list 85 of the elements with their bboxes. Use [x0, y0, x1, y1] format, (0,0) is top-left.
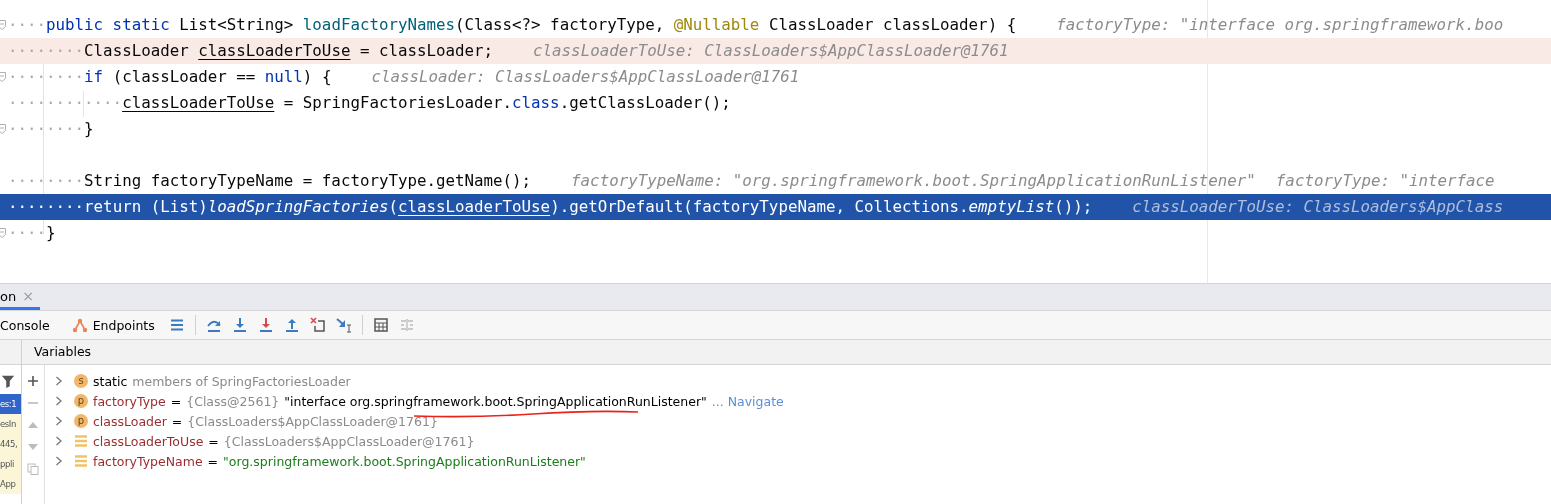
- whitespace-markers: ········: [8, 171, 85, 190]
- step-out-icon[interactable]: [283, 317, 300, 333]
- fold-icon[interactable]: [0, 72, 6, 82]
- whitespace-markers: ····: [8, 223, 47, 242]
- stack-frame-item[interactable]: esIn: [0, 414, 21, 434]
- fold-icon[interactable]: [0, 20, 6, 30]
- method-call: emptyList: [968, 197, 1055, 216]
- equals-sign: =: [208, 433, 219, 449]
- code-text: = SpringFactoriesLoader.: [282, 93, 513, 112]
- annotation: @Nullable: [673, 15, 760, 34]
- code-text: ClassLoader classLoader) {: [767, 15, 1017, 34]
- keyword: class: [512, 93, 560, 112]
- equals-sign: =: [207, 453, 219, 469]
- stack-frame-item[interactable]: App: [0, 474, 21, 494]
- code-text: ) {: [302, 67, 332, 86]
- variable-name: classLoaderToUse: [122, 93, 275, 112]
- navigate-link[interactable]: ... Navigate: [711, 393, 784, 409]
- inline-value-hint: classLoader: ClassLoaders$AppClassLoader@1761: [371, 67, 800, 86]
- whitespace-markers: ····: [8, 15, 47, 34]
- variable-type-badge: p: [74, 414, 88, 428]
- stack-frame-item[interactable]: ppli: [0, 454, 21, 474]
- inline-value-hint: classLoaderToUse: ClassLoaders$AppClassLoader@1761: [533, 41, 1009, 60]
- variable-name: factoryTypeName: [93, 453, 203, 469]
- stack-frame-item[interactable]: 445,: [0, 434, 21, 454]
- variable-name: classLoaderToUse: [198, 41, 351, 60]
- code-text: }: [46, 223, 56, 242]
- object-reference: {Class@2561}: [186, 393, 280, 409]
- variable-description: members of SpringFactoriesLoader: [132, 373, 351, 389]
- filter-icon[interactable]: [1, 374, 15, 388]
- variable-name: factoryType: [93, 393, 166, 409]
- code-text: .getClassLoader();: [559, 93, 731, 112]
- force-step-into-icon[interactable]: [257, 317, 274, 333]
- calculator-icon[interactable]: [372, 317, 389, 333]
- inline-value-hint: factoryType: "interface: [1275, 171, 1495, 190]
- variable-name: static: [93, 373, 128, 389]
- stack-frame-item[interactable]: es:1: [0, 394, 21, 414]
- code-text: ).getOrDefault(factoryTypeName, Collections.: [550, 197, 969, 216]
- object-reference: {ClassLoaders$AppClassLoader@1761}: [187, 413, 438, 429]
- variable-name: classLoader: [93, 413, 167, 429]
- whitespace-markers: ········: [8, 119, 85, 138]
- code-text: List<String>: [179, 15, 295, 34]
- whitespace-markers: ········: [8, 197, 85, 216]
- keyword: null: [264, 67, 303, 86]
- variable-name: classLoaderToUse: [93, 433, 204, 449]
- add-icon[interactable]: [27, 375, 39, 387]
- keyword: if: [84, 67, 104, 86]
- console-tab[interactable]: Console: [0, 315, 54, 335]
- code-text: (classLoader ==: [111, 67, 257, 86]
- panel-title: Variables: [34, 344, 92, 359]
- equals-sign: =: [170, 393, 182, 409]
- menu-icon[interactable]: [168, 317, 185, 333]
- variable-type-badge: s: [74, 374, 88, 388]
- code-text: = classLoader;: [358, 41, 494, 60]
- method-name: loadFactoryNames: [302, 15, 455, 34]
- code-editor[interactable]: [0, 0, 1551, 283]
- inline-value-hint: factoryType: "interface org.springframework.boo: [1056, 15, 1504, 34]
- code-text: (Class<?> factoryType,: [455, 15, 666, 34]
- variable-type-badge: p: [74, 394, 88, 408]
- fold-icon[interactable]: [0, 124, 6, 134]
- object-reference: {ClassLoaders$AppClassLoader@1761}: [223, 433, 475, 449]
- variable-value: "interface org.springframework.boot.SpringApplicationRunListener": [284, 393, 707, 409]
- code-text: return (List): [84, 197, 208, 216]
- code-text: ClassLoader: [84, 41, 190, 60]
- whitespace-markers: ········: [8, 41, 85, 60]
- code-text: ());: [1054, 197, 1093, 216]
- code-text: String factoryTypeName = factoryType.getName();: [84, 171, 532, 190]
- keyword: public static: [46, 15, 171, 34]
- equals-sign: =: [171, 413, 183, 429]
- whitespace-markers: ············: [8, 93, 123, 112]
- code-text: }: [84, 119, 94, 138]
- method-call: loadSpringFactories: [207, 197, 389, 216]
- code-text: (: [388, 197, 398, 216]
- local-variable-icon: [74, 434, 88, 448]
- whitespace-markers: ········: [8, 67, 85, 86]
- inline-value-hint: classLoaderToUse: ClassLoaders$AppClass: [1132, 197, 1504, 216]
- variable-value: "org.springframework.boot.SpringApplicationRunListener": [223, 453, 586, 469]
- step-into-icon[interactable]: [231, 317, 248, 333]
- run-to-cursor-icon[interactable]: [335, 317, 352, 333]
- endpoints-icon: [71, 317, 88, 333]
- local-variable-icon: [74, 454, 88, 468]
- inline-value-hint: factoryTypeName: "org.springframework.boot.SpringApplicationRunListener": [571, 171, 1256, 190]
- fold-icon[interactable]: [0, 228, 6, 238]
- variable-name: classLoaderToUse: [397, 197, 551, 216]
- endpoints-tab[interactable]: Endpoints: [67, 315, 159, 335]
- drop-frame-icon[interactable]: [309, 317, 326, 333]
